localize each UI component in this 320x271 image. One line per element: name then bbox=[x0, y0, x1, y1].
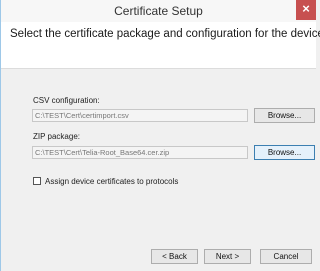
next-button[interactable]: Next > bbox=[204, 249, 251, 264]
csv-configuration-field[interactable]: C:\TEST\Cert\certimport.csv bbox=[32, 109, 248, 122]
header-panel: Select the certificate package and confi… bbox=[1, 22, 320, 69]
csv-configuration-label: CSV configuration: bbox=[33, 96, 100, 105]
zip-browse-button[interactable]: Browse... bbox=[254, 145, 315, 160]
assign-certificates-label[interactable]: Assign device certificates to protocols bbox=[45, 177, 178, 186]
zip-package-field[interactable]: C:\TEST\Cert\Telia-Root_Base64.cer.zip bbox=[32, 146, 248, 159]
header-instruction: Select the certificate package and confi… bbox=[10, 28, 320, 40]
assign-certificates-checkbox[interactable] bbox=[33, 177, 41, 185]
title-bar[interactable]: Certificate Setup × bbox=[1, 0, 316, 22]
csv-browse-button[interactable]: Browse... bbox=[254, 108, 315, 123]
back-button[interactable]: < Back bbox=[151, 249, 198, 264]
close-icon[interactable]: × bbox=[296, 0, 316, 20]
zip-package-label: ZIP package: bbox=[33, 132, 80, 141]
certificate-setup-window: Certificate Setup × Select the certifica… bbox=[0, 0, 320, 271]
cancel-button[interactable]: Cancel bbox=[260, 249, 312, 264]
window-title: Certificate Setup bbox=[114, 4, 203, 18]
